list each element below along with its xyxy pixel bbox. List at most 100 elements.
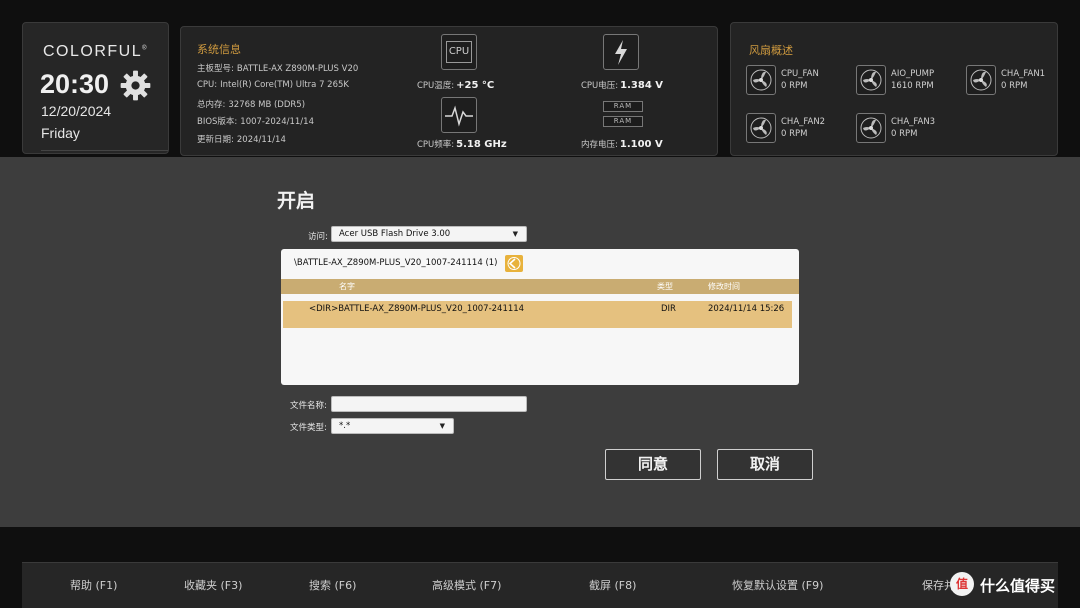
fan-item-cha-fan2[interactable]: CHA_FAN2 0 RPM [746, 113, 850, 147]
filename-label: 文件名称: [290, 401, 327, 411]
info-value: 2024/11/14 [236, 135, 286, 145]
info-row-bios: BIOS版本: 1007-2024/11/14 [197, 115, 314, 127]
table-header: 名字 类型 修改时间 [281, 279, 799, 294]
table-row[interactable]: <DIR>BATTLE-AX_Z890M-PLUS_V20_1007-24111… [283, 301, 792, 328]
cpu-temp-label: CPU温度: [417, 81, 455, 91]
fan-rpm: 1610 RPM [891, 81, 934, 91]
fan-name: CPU_FAN [781, 69, 819, 79]
search-button[interactable]: 搜索 (F6) [309, 577, 356, 593]
system-info-title: 系统信息 [197, 43, 241, 56]
mem-voltage-value: 1.100 V [619, 139, 663, 150]
filetype-dropdown[interactable]: *.* ▼ [331, 418, 454, 434]
info-value: BATTLE-AX Z890M-PLUS V20 [236, 64, 359, 74]
cpu-freq-label: CPU频率: [417, 140, 455, 150]
fan-icon [746, 113, 776, 143]
info-value: Intel(R) Core(TM) Ultra 7 265K [220, 80, 349, 90]
dialog-title: 开启 [277, 190, 316, 212]
brand-logo-mark: ® [142, 45, 149, 52]
system-info-panel: 系统信息 主板型号: BATTLE-AX Z890M-PLUS V20 CPU: I… [180, 26, 718, 156]
mem-voltage-label: 内存电压: [581, 140, 618, 150]
filetype-label: 文件类型: [290, 423, 327, 433]
clock-day: Friday [41, 125, 80, 141]
info-row-update: 更新日期: 2024/11/14 [197, 133, 286, 145]
fan-overview-title: 风扇概述 [749, 44, 793, 57]
fan-name: AIO_PUMP [891, 69, 935, 79]
filename-input[interactable] [331, 396, 527, 412]
filetype-dropdown-value: *.* [339, 421, 351, 431]
file-browser: \BATTLE-AX_Z890M-PLUS_V20_1007-241114 (1… [281, 249, 799, 385]
fan-item-cha-fan1[interactable]: CHA_FAN1 0 RPM [966, 65, 1070, 99]
lightning-icon [603, 34, 639, 70]
column-modified[interactable]: 修改时间 [708, 281, 740, 292]
info-label: 更新日期: [197, 135, 234, 145]
fan-overview-panel: 风扇概述 CPU_FAN 0 RPM AIO_PUMP 1610 RPM CHA… [730, 22, 1058, 156]
info-row-memory: 总内存: 32768 MB (DDR5) [197, 98, 305, 110]
column-name[interactable]: 名字 [339, 281, 355, 292]
fan-name: CHA_FAN3 [891, 117, 936, 127]
access-label: 访问: [308, 232, 328, 242]
fan-rpm: 0 RPM [891, 129, 918, 139]
watermark-logo-char: 值 [955, 577, 968, 591]
ram-icon: RAM [603, 116, 643, 127]
load-defaults-button[interactable]: 恢复默认设置 (F9) [732, 577, 823, 593]
advanced-mode-button[interactable]: 高级模式 (F7) [432, 577, 501, 593]
row-modified: 2024/11/14 15:26 [708, 304, 785, 314]
fan-name: CHA_FAN1 [1001, 69, 1046, 79]
fan-rpm: 0 RPM [781, 81, 808, 91]
brand-logo: COLORFUL® [43, 43, 148, 61]
info-label: BIOS版本: [197, 117, 238, 127]
ram-icon: RAM [603, 101, 643, 112]
info-label: 主板型号: [197, 64, 234, 74]
brand-clock-panel: COLORFUL® 20:30 12/20/2024 Friday [22, 22, 169, 154]
clock-time: 20:30 [40, 69, 110, 99]
watermark: 值 什么值得买 [948, 571, 1080, 599]
fan-item-aio-pump[interactable]: AIO_PUMP 1610 RPM [856, 65, 960, 99]
folder-up-button[interactable] [505, 255, 523, 272]
fan-icon [856, 113, 886, 143]
gear-icon [120, 70, 151, 101]
memory-voltage: 内存电压: 1.100 V [581, 138, 663, 150]
column-type[interactable]: 类型 [657, 281, 673, 292]
divider [41, 150, 168, 151]
agree-button[interactable]: 同意 [605, 449, 701, 480]
fan-icon [966, 65, 996, 95]
cancel-button[interactable]: 取消 [717, 449, 813, 480]
fan-item-cha-fan3[interactable]: CHA_FAN3 0 RPM [856, 113, 960, 147]
watermark-text: 什么值得买 [980, 577, 1056, 595]
favorites-button[interactable]: 收藏夹 (F3) [184, 577, 242, 593]
access-dropdown[interactable]: Acer USB Flash Drive 3.00 ▼ [331, 226, 527, 242]
info-label: 总内存: [197, 100, 226, 110]
access-dropdown-value: Acer USB Flash Drive 3.00 [339, 229, 451, 239]
fan-name: CHA_FAN2 [781, 117, 826, 127]
cpu-voltage-label: CPU电压: [581, 81, 619, 91]
row-name: <DIR>BATTLE-AX_Z890M-PLUS_V20_1007-24111… [309, 304, 525, 314]
cpu-freq-value: 5.18 GHz [456, 139, 507, 150]
dropdown-arrow-icon: ▼ [512, 230, 518, 238]
cpu-voltage: CPU电压: 1.384 V [581, 79, 663, 91]
cpu-voltage-value: 1.384 V [620, 80, 664, 91]
info-value: 32768 MB (DDR5) [228, 100, 306, 110]
fan-icon [856, 65, 886, 95]
cpu-temp: CPU温度: +25 °C [417, 79, 494, 91]
dropdown-arrow-icon: ▼ [439, 422, 445, 430]
row-type: DIR [661, 304, 676, 314]
fan-item-cpu-fan[interactable]: CPU_FAN 0 RPM [746, 65, 850, 99]
info-value: 1007-2024/11/14 [240, 117, 314, 127]
watermark-logo: 值 [950, 572, 974, 596]
current-path: \BATTLE-AX_Z890M-PLUS_V20_1007-241114 (1… [294, 258, 498, 268]
fan-rpm: 0 RPM [1001, 81, 1028, 91]
help-button[interactable]: 帮助 (F1) [70, 577, 117, 593]
brand-logo-text: COLORFUL [43, 43, 143, 60]
cpu-icon: CPU [441, 34, 477, 70]
clock-date: 12/20/2024 [41, 103, 112, 119]
pulse-icon [441, 97, 477, 133]
folder-up-icon [507, 257, 521, 270]
info-row-cpu: CPU: Intel(R) Core(TM) Ultra 7 265K [197, 80, 349, 90]
screenshot-button[interactable]: 截屏 (F8) [589, 577, 636, 593]
fan-icon [746, 65, 776, 95]
cpu-temp-value: +25 °C [456, 80, 495, 91]
info-row-board: 主板型号: BATTLE-AX Z890M-PLUS V20 [197, 62, 358, 74]
fan-rpm: 0 RPM [781, 129, 808, 139]
function-key-bar: 帮助 (F1) 收藏夹 (F3) 搜索 (F6) 高级模式 (F7) 截屏 (F… [22, 562, 1058, 608]
cpu-frequency: CPU频率: 5.18 GHz [417, 138, 507, 150]
